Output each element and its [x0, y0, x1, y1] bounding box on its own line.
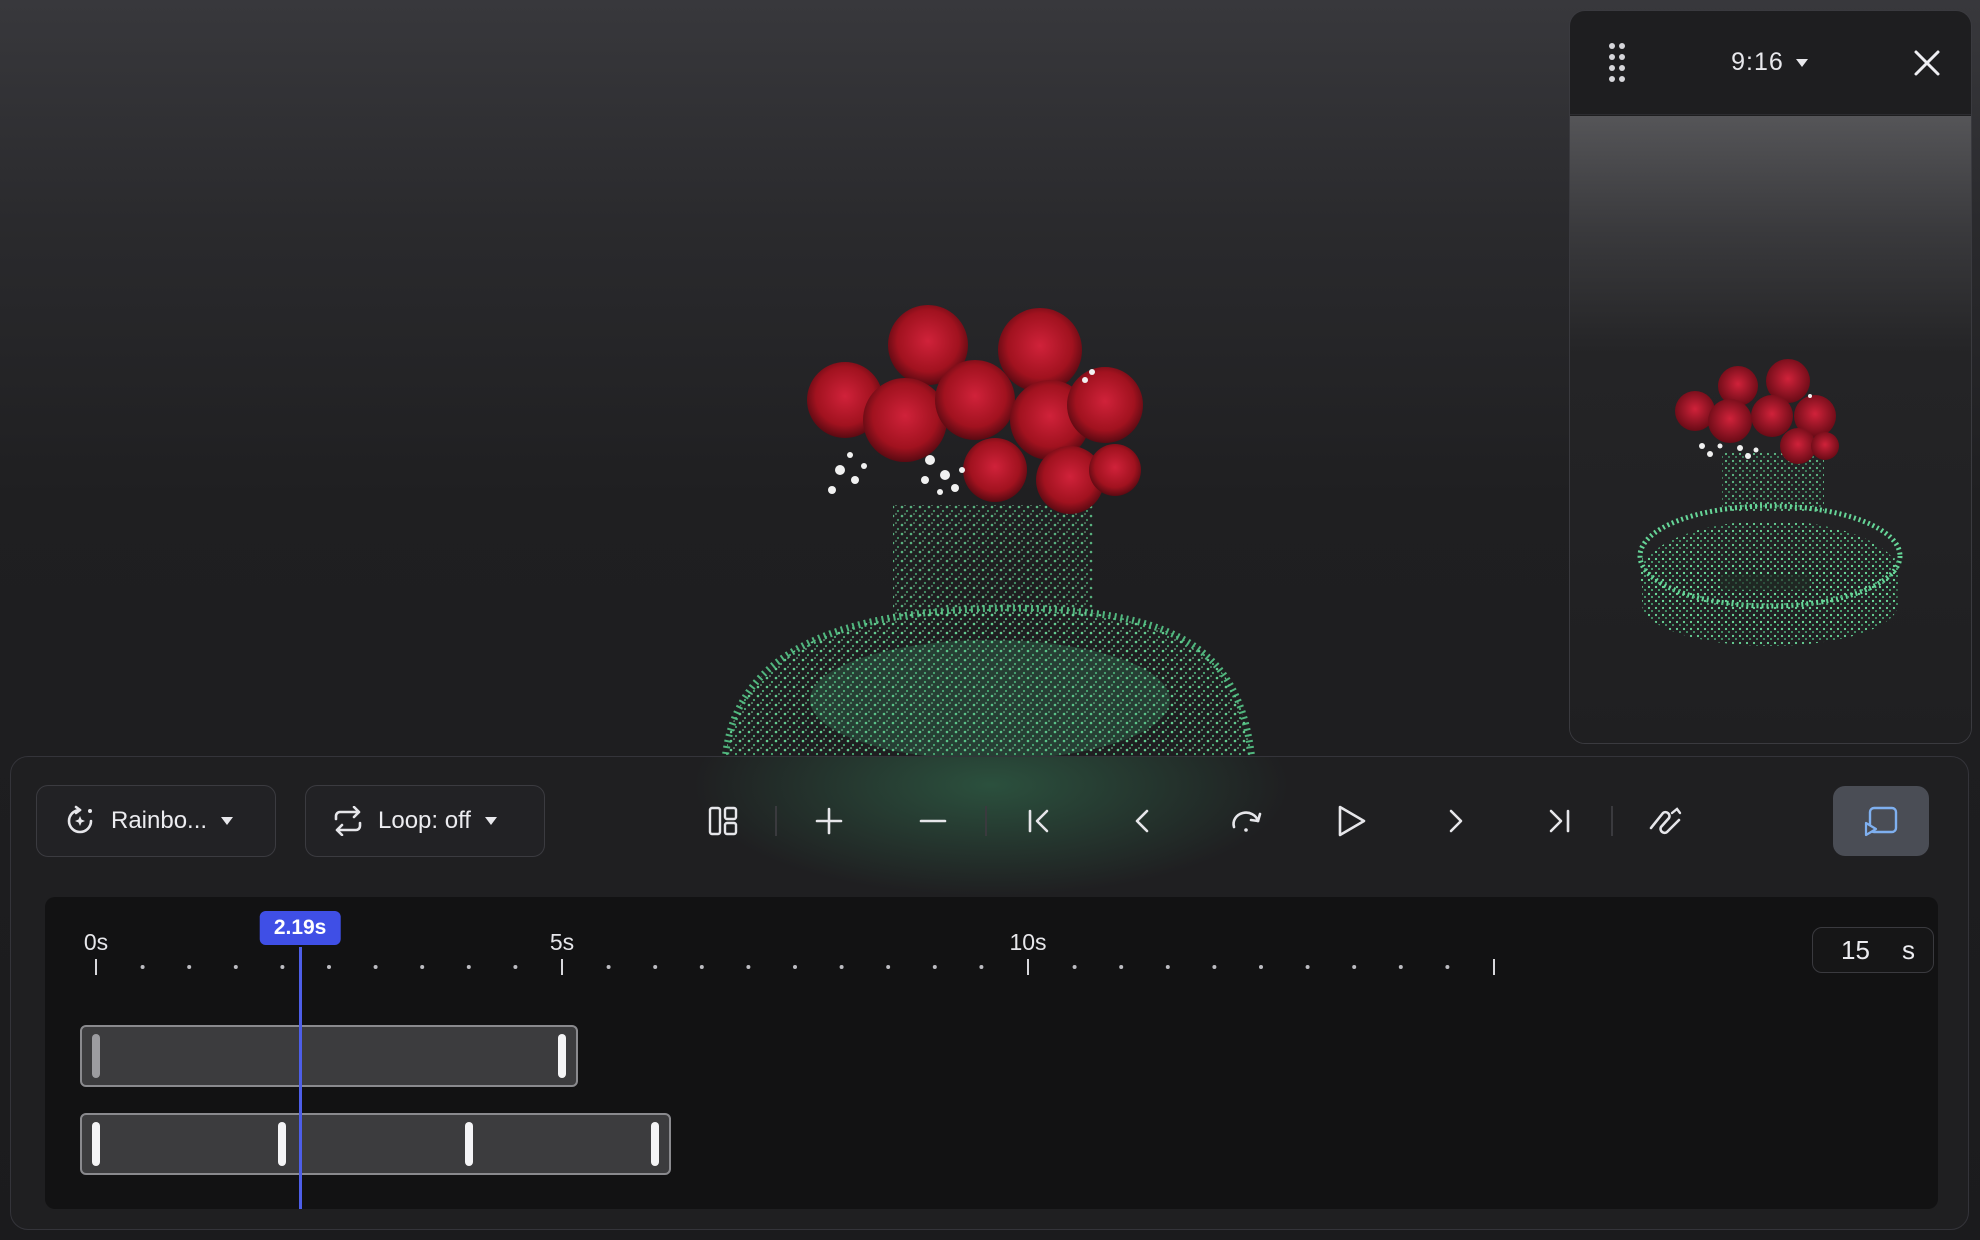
path-tool-button[interactable]: [1613, 785, 1717, 857]
minor-tick: [327, 965, 331, 969]
major-tick: [95, 959, 97, 975]
minor-tick: [466, 965, 471, 969]
minor-tick: [233, 965, 238, 969]
duration-unit: s: [1902, 934, 1915, 965]
major-tick: [1027, 959, 1029, 975]
minor-tick: [280, 965, 285, 969]
animation-track[interactable]: [80, 1025, 578, 1087]
loop-icon: [334, 806, 362, 836]
redo-button[interactable]: [1195, 785, 1299, 857]
keyframe-handle[interactable]: [558, 1034, 566, 1078]
step-forward-button[interactable]: [1403, 785, 1507, 857]
skip-to-start-button[interactable]: [987, 785, 1091, 857]
effect-dropdown-label: Rainbo...: [111, 807, 208, 834]
aspect-ratio-label: 9:16: [1731, 48, 1784, 76]
play-icon: [1338, 805, 1366, 837]
timeline[interactable]: 0s 5s 10s 15 s 2.19s: [45, 897, 1938, 1209]
minor-tick: [1072, 965, 1077, 969]
duration-value: 15: [1841, 934, 1870, 965]
caret-down-icon: [484, 817, 497, 825]
timeline-label: 10s: [1009, 929, 1047, 955]
loop-dropdown-label: Loop: off: [378, 807, 471, 834]
playhead-line[interactable]: [298, 947, 302, 1209]
minor-tick: [746, 965, 751, 969]
minor-tick: [1352, 965, 1357, 969]
major-tick: [561, 959, 563, 975]
drag-handle-icon[interactable]: [1608, 41, 1626, 85]
aspect-ratio-dropdown[interactable]: 9:16: [1731, 48, 1808, 77]
minor-tick: [793, 965, 797, 969]
animation-panel: Rainbo... Loop: off 0s 5s 10s 15 s 2.19s: [10, 756, 1969, 1230]
close-icon[interactable]: [1913, 49, 1941, 77]
cast-button[interactable]: [1833, 786, 1929, 856]
minor-tick: [187, 965, 192, 969]
minor-tick: [1305, 965, 1310, 969]
step-back-icon: [1135, 809, 1149, 833]
skip-to-end-button[interactable]: [1507, 785, 1611, 857]
keyframe-handle[interactable]: [651, 1122, 660, 1166]
minor-tick: [1445, 965, 1450, 969]
3d-viewport[interactable]: 9:16 Rainbo... Loop: off 0s 5s 10s 15 s …: [0, 0, 1980, 1240]
minor-tick: [699, 965, 704, 969]
redo-icon: [1232, 811, 1262, 832]
preview-header: 9:16: [1570, 11, 1971, 115]
keyframe-handle[interactable]: [92, 1034, 100, 1078]
minor-tick: [373, 965, 378, 969]
minor-tick: [513, 965, 518, 969]
skip-to-end-icon: [1549, 809, 1570, 833]
preview-point-cloud: [1637, 359, 1903, 646]
playhead-time-badge[interactable]: 2.19s: [259, 911, 341, 945]
keyframe-handle[interactable]: [278, 1122, 287, 1166]
skip-to-start-icon: [1028, 809, 1049, 833]
preview-view: [1570, 116, 1971, 743]
duration-field[interactable]: 15 s: [1812, 927, 1934, 973]
minor-tick: [979, 965, 984, 969]
play-button[interactable]: [1299, 785, 1403, 857]
caret-down-icon: [221, 817, 234, 825]
minor-tick: [653, 965, 658, 969]
minor-tick: [606, 965, 611, 969]
effect-dropdown[interactable]: Rainbo...: [36, 785, 276, 857]
minor-tick: [1212, 965, 1217, 969]
major-tick: [1493, 959, 1495, 975]
path-tool-icon: [1649, 807, 1682, 835]
timeline-label: 5s: [549, 929, 575, 955]
minor-tick: [140, 965, 145, 969]
minor-tick: [1119, 965, 1124, 969]
minor-tick: [1165, 965, 1170, 969]
keyframe-handle[interactable]: [464, 1122, 473, 1166]
timeline-label: 0s: [83, 929, 109, 955]
minor-tick: [839, 965, 844, 969]
sparkle-rotate-icon: [67, 805, 93, 834]
camera-preview-panel: 9:16: [1569, 10, 1972, 744]
layout-icon: [708, 806, 738, 836]
loop-dropdown[interactable]: Loop: off: [305, 785, 545, 857]
minor-tick: [1398, 965, 1403, 969]
cast-icon: [1864, 806, 1898, 837]
plus-icon: [815, 807, 843, 835]
step-forward-icon: [1449, 809, 1463, 833]
add-keyframe-button[interactable]: [777, 785, 881, 857]
layout-button[interactable]: [671, 785, 775, 857]
keyframe-handle[interactable]: [92, 1122, 100, 1166]
playback-toolbar: [671, 785, 1717, 857]
step-back-button[interactable]: [1091, 785, 1195, 857]
minor-tick: [932, 965, 937, 969]
caret-down-icon: [1795, 58, 1808, 67]
minor-tick: [886, 965, 891, 969]
minus-icon: [919, 819, 947, 823]
remove-keyframe-button[interactable]: [881, 785, 985, 857]
animation-track[interactable]: [80, 1113, 672, 1175]
minor-tick: [1259, 965, 1263, 969]
minor-tick: [420, 965, 425, 969]
